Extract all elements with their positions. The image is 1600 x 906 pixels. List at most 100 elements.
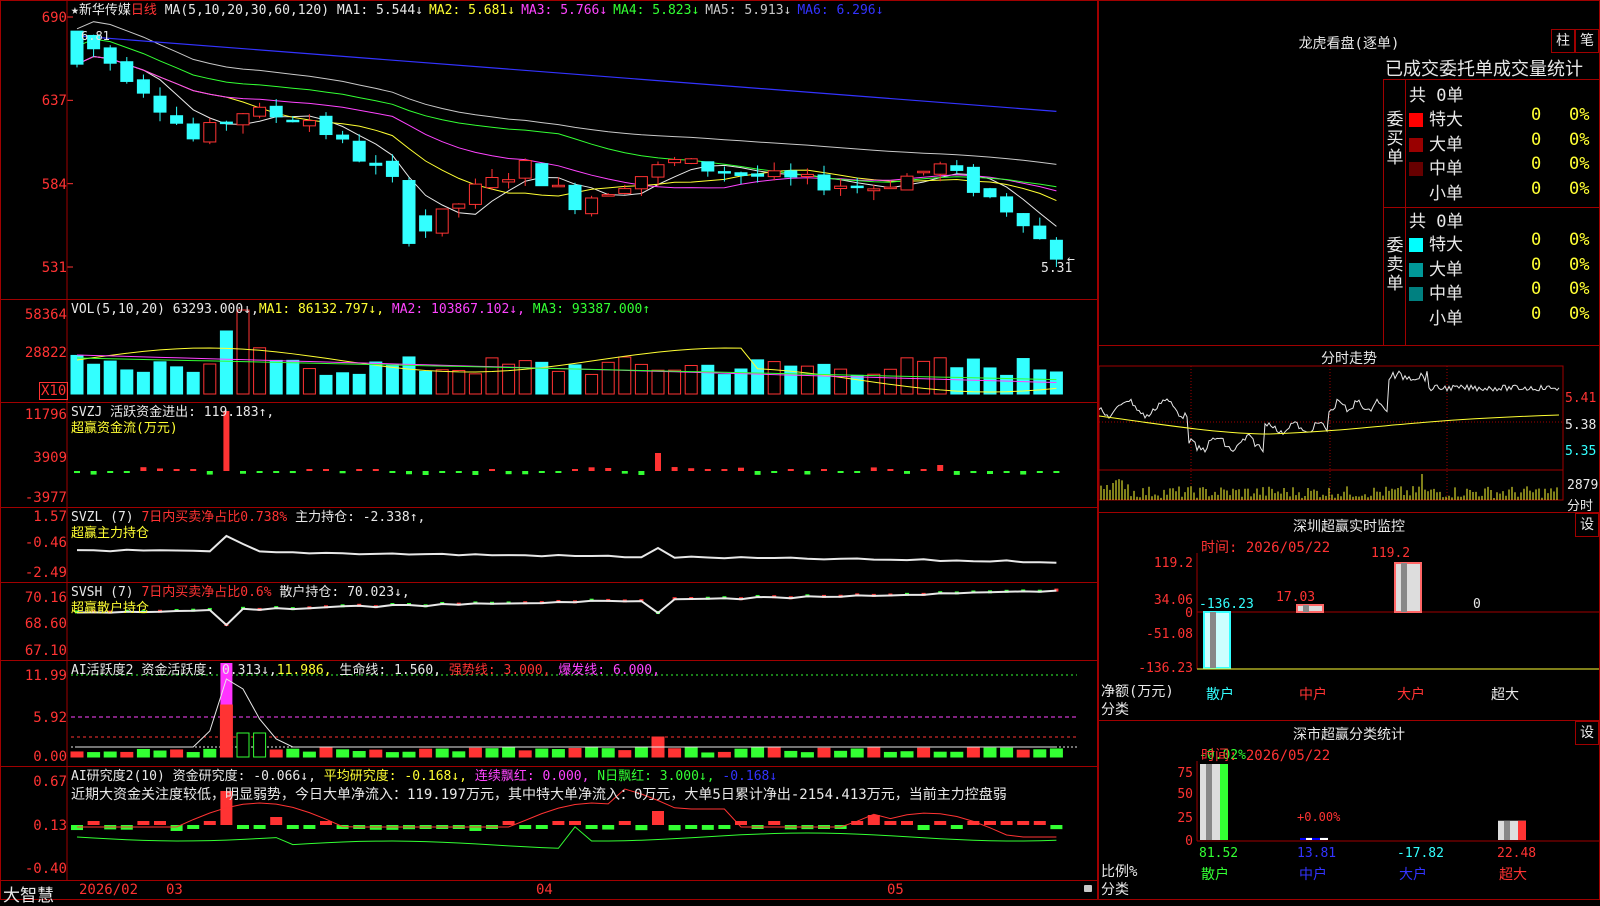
sell-side-label: 委卖单 <box>1386 236 1404 294</box>
buy-swatch-1 <box>1409 137 1423 152</box>
svzj-y-tick-0: 11796 <box>24 407 67 423</box>
ai2-bar <box>901 821 913 825</box>
ai1-bar <box>701 752 715 758</box>
candle-body <box>551 184 565 188</box>
candle-body <box>751 173 765 177</box>
ai2-red: 0.000, <box>542 769 590 784</box>
lhkp-tab[interactable]: 已成交委托单成交量统计 <box>1385 55 1599 81</box>
svzj-bar <box>323 469 329 471</box>
lock-icon[interactable] <box>1084 885 1092 892</box>
ai1-bar <box>253 732 267 758</box>
szm-category-0: 散户 <box>1206 686 1234 703</box>
sz-monitor-panel[interactable]: 深圳超赢实时监控 设 时间: 2026/05/22 119.2 34.06 0 -51… <box>1098 512 1600 721</box>
vol-bar <box>966 358 980 395</box>
svzj-bar <box>372 469 379 471</box>
ai1-bar <box>87 752 101 758</box>
buy-row-2: 中单 0 0% <box>1409 154 1589 179</box>
ai-research-pane[interactable]: AI研究度2(10) 资金研究度: -0.066↓, 平均研究度: -0.168… <box>0 766 1098 881</box>
svzj-bar <box>887 469 894 471</box>
volume-pane[interactable]: VOL(5,10,20) 63293.000↓,MA1: 86132.797↓,… <box>0 299 1098 403</box>
svzj-bar <box>306 469 313 471</box>
sz-class-time: 时间: 2026/05/22 <box>1201 748 1331 764</box>
vol-bar <box>784 365 798 395</box>
svzl-pane[interactable]: SVZL (7) 7日内买卖净占比0.738% 主力持仓: -2.338↑, 超… <box>0 507 1098 583</box>
svsh-y-tick-0: 70.16 <box>24 590 67 606</box>
sz-monitor-settings-button[interactable]: 设 <box>1575 513 1599 537</box>
ai2-bar <box>585 825 598 829</box>
ai2-bar <box>270 817 283 825</box>
vol-bar <box>800 365 814 395</box>
intra-frame <box>1099 365 1564 501</box>
sz-class-settings-button[interactable]: 设 <box>1575 721 1599 745</box>
ai2-bar <box>618 821 631 825</box>
x-label-2: 04 <box>536 882 553 898</box>
intraday-panel[interactable]: 分时走势 5.41 5.38 5.35 2879 分时 <box>1098 345 1600 513</box>
intraday-chart[interactable] <box>1099 346 1600 513</box>
svzl-line <box>76 534 1057 564</box>
ai1-y-tick-2: 0.00 <box>33 749 67 765</box>
svzj-bar <box>804 471 811 475</box>
vol-title: VOL(5,10,20) <box>71 302 165 317</box>
favorite-star-icon[interactable]: ★ <box>71 3 79 18</box>
candle-body <box>883 186 897 190</box>
candle-body <box>253 106 267 117</box>
svzj-bar <box>837 471 844 473</box>
candlestick-chart[interactable]: ← <box>1 1 1098 300</box>
ai1-bar <box>502 747 516 758</box>
ai1-bar <box>1000 747 1014 758</box>
candle-body <box>834 185 848 190</box>
svzj-bar <box>821 469 827 471</box>
vol-bar <box>336 372 350 395</box>
vol-bar <box>668 369 682 395</box>
candlestick-pane[interactable]: ← ★新华传媒日线 MA(5,10,20,30,60,120) MA1: 5.5… <box>0 0 1098 300</box>
buy-row-label-0: 特大 <box>1429 110 1463 130</box>
candle-body <box>867 188 881 192</box>
svsh-pane[interactable]: SVSH (7) 7日内买卖净占比0.6% 散户持仓: 70.023↓, 超赢散… <box>0 582 1098 661</box>
buy-row-label-1: 大单 <box>1429 134 1463 155</box>
stock-name[interactable]: 新华传媒 <box>79 3 131 18</box>
ai1-bar <box>751 746 765 758</box>
ai-activity-pane[interactable]: AI活跃度2 资金活跃度: 0.313↓,11.986, 生命线: 1.560,… <box>0 660 1098 767</box>
main-header: ★新华传媒日线 MA(5,10,20,30,60,120) MA1: 5.544… <box>71 3 889 19</box>
x-label-1: 03 <box>166 882 183 898</box>
svzj-pane[interactable]: SVZJ 活跃资金进出: 119.183↑, 超赢资金流(万元) 11796 3… <box>0 402 1098 508</box>
vol-bar <box>651 369 665 395</box>
ai2-bar <box>137 821 150 825</box>
ma1-value: MA1: 5.544↓ <box>336 3 423 18</box>
tick-mode-button[interactable]: 笔 <box>1575 29 1599 53</box>
intra-y-tick-2: 5.35 <box>1565 444 1597 459</box>
szm-value-label-3: 0 <box>1473 597 1481 612</box>
vol-header: VOL(5,10,20) 63293.000↓,MA1: 86132.797↓,… <box>71 302 650 318</box>
vol-bar <box>452 369 466 395</box>
ai1-bar <box>269 749 283 758</box>
svzl-value: -2.338↑, <box>362 510 426 525</box>
svzj-label: 活跃资金进出: <box>110 405 196 420</box>
ai1-bar <box>170 749 184 758</box>
candle-body <box>950 165 964 171</box>
ai1-bar <box>419 748 433 758</box>
vol-bar <box>1049 371 1063 395</box>
candle-body <box>1000 196 1014 213</box>
ai1-burst-label: 爆发线: <box>558 663 606 678</box>
candle-body <box>618 188 632 194</box>
ai2-avg-label: 平均研究度: <box>323 769 397 784</box>
svzj-bar <box>1053 471 1060 473</box>
candle-body <box>435 208 449 234</box>
sell-row-pct-0: 0% <box>1569 230 1590 250</box>
lhkp-panel[interactable]: 龙虎看盘(逐单) 柱 笔 已成交委托单成交量统计 委买单 委卖单 共 0单 特大… <box>1098 0 1600 346</box>
svzj-bar <box>422 471 429 475</box>
ai1-bar <box>618 750 632 758</box>
sz-class-panel[interactable]: 深市超赢分类统计 设 时间: 2026/05/22 75 50 25 0 -0.02% +… <box>1098 720 1600 900</box>
szm-value-label-1: 17.03 <box>1276 590 1315 605</box>
vol-unit: X10 <box>39 382 69 400</box>
bar-mode-button[interactable]: 柱 <box>1551 29 1575 53</box>
ai2-bar <box>303 825 316 829</box>
szc-bar-shade <box>1306 837 1312 840</box>
period-label[interactable]: 日线 <box>131 3 157 18</box>
szc-category-2: 大户 <box>1399 866 1427 883</box>
szm-category-2: 大户 <box>1397 686 1425 703</box>
ai1-bar <box>103 751 117 758</box>
ai1-bar <box>535 748 549 758</box>
svzl-y-tick-1: -0.46 <box>24 535 67 551</box>
vol-bar <box>485 357 499 395</box>
